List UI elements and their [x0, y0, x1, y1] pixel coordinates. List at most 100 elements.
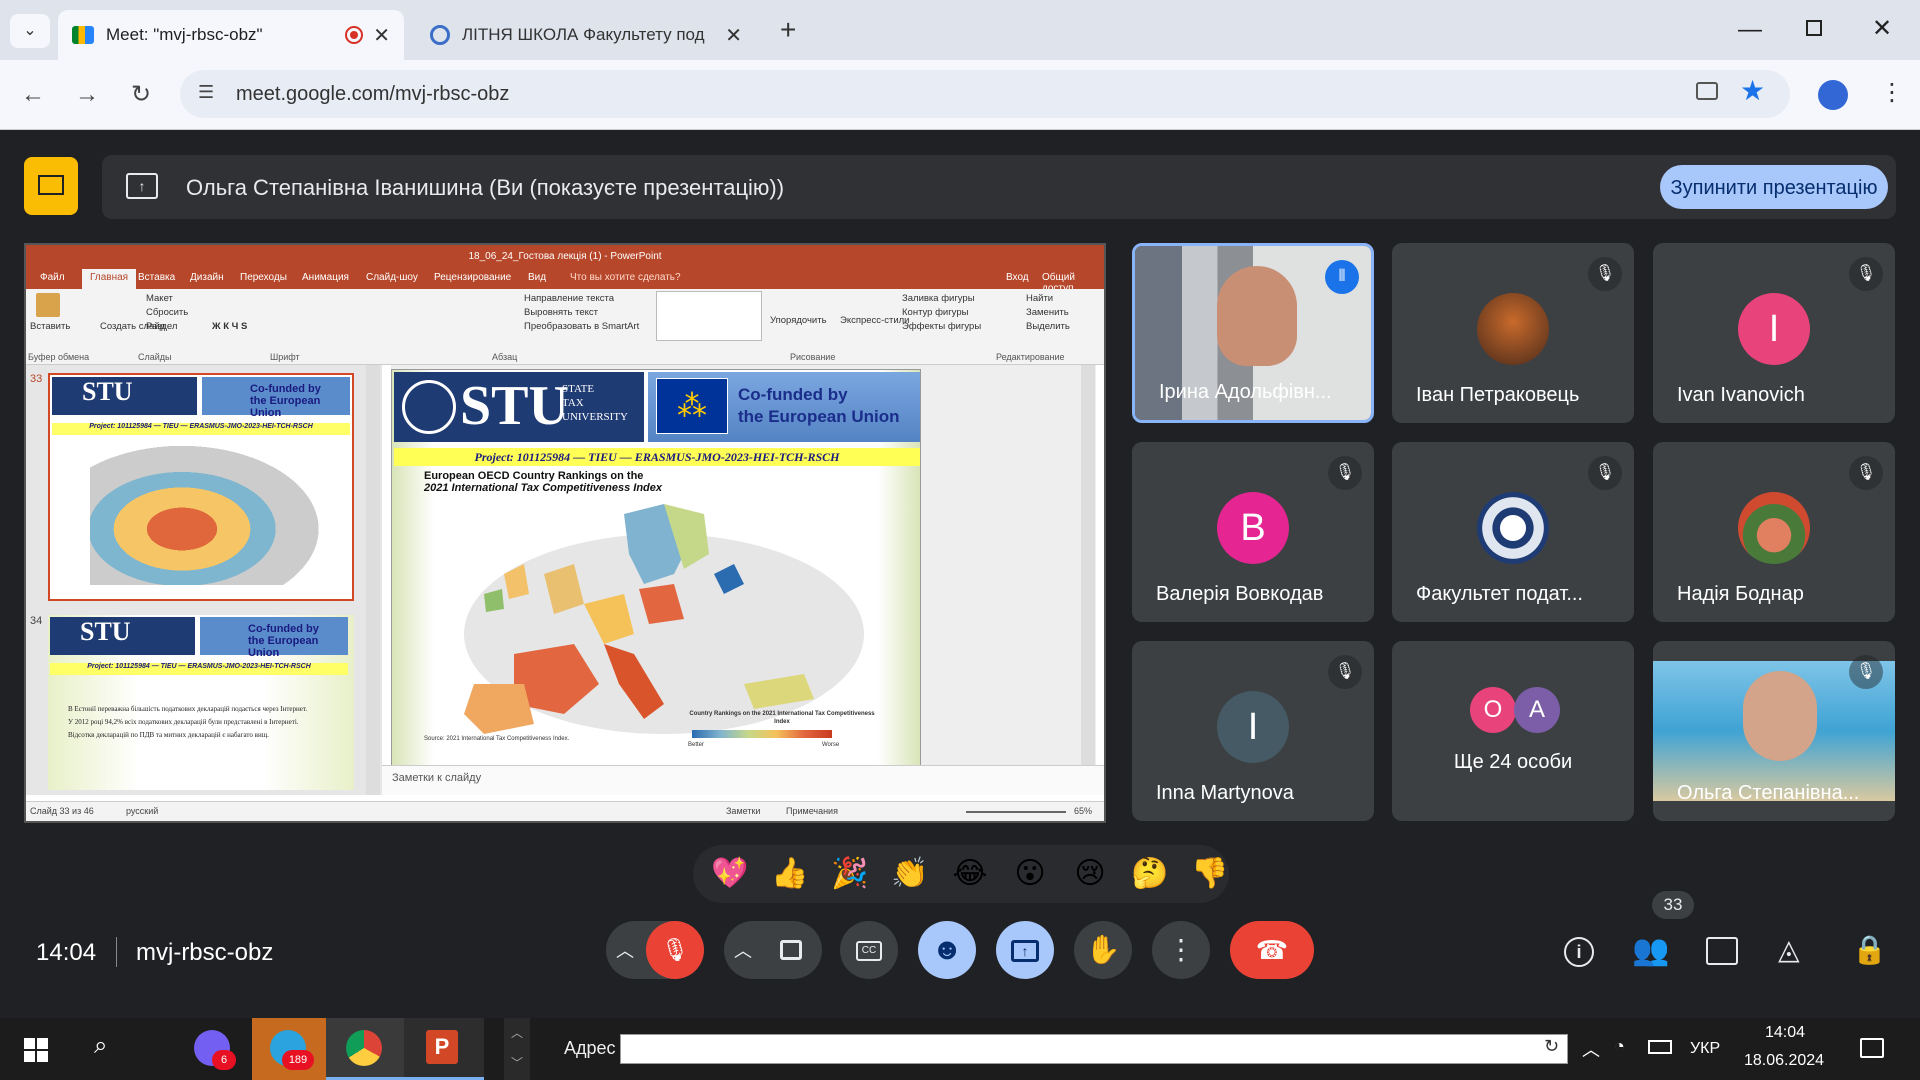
shape-fill-label[interactable]: Заливка фигуры: [902, 293, 975, 304]
clock-date[interactable]: 18.06.2024: [1744, 1052, 1824, 1070]
mic-off-button[interactable]: 🎙: [646, 921, 704, 979]
camera-icon[interactable]: [1696, 82, 1718, 100]
address-bar[interactable]: ☰ meet.google.com/mvj-rbsc-obz ★: [180, 70, 1790, 118]
forward-icon[interactable]: →: [70, 78, 104, 112]
reaction-thumbs-down[interactable]: 👎: [1191, 855, 1229, 893]
tab-summer-school[interactable]: ЛІТНЯ ШКОЛА Факультету под ✕: [416, 10, 756, 60]
participant-tile[interactable]: 🎙 Факультет подат...: [1392, 442, 1634, 622]
status-comments-button[interactable]: Примечания: [786, 806, 838, 816]
browser-menu-icon[interactable]: ⋮: [1880, 78, 1904, 107]
layout-label[interactable]: Макет: [146, 293, 173, 304]
pp-tab-view[interactable]: Вид: [528, 272, 546, 283]
captions-button[interactable]: CC: [840, 921, 898, 979]
raise-hand-button[interactable]: ✋: [1074, 921, 1132, 979]
shape-effects-label[interactable]: Эффекты фигуры: [902, 321, 981, 332]
status-notes-button[interactable]: Заметки: [726, 806, 760, 816]
tab-close-icon[interactable]: ✕: [725, 23, 742, 48]
minimize-icon[interactable]: —: [1738, 16, 1762, 44]
tray-chevron-icon[interactable]: ︿: [1582, 1036, 1600, 1062]
reaction-sad[interactable]: 😢: [1071, 855, 1109, 893]
more-participants-tile[interactable]: О А Ще 24 особи: [1392, 641, 1634, 821]
pp-tab-slideshow[interactable]: Слайд-шоу: [366, 272, 418, 283]
reaction-thinking[interactable]: 🤔: [1131, 855, 1169, 893]
taskbar-powerpoint[interactable]: P: [404, 1018, 484, 1080]
host-controls-icon[interactable]: 🔒: [1852, 933, 1887, 966]
replace-label[interactable]: Заменить: [1026, 307, 1069, 318]
network-icon[interactable]: ◔: [1614, 1036, 1625, 1057]
section-label[interactable]: Раздел: [146, 321, 177, 332]
reaction-thumbs-up[interactable]: 👍: [771, 855, 809, 893]
hide-presentation-button[interactable]: [24, 157, 78, 215]
notifications-icon[interactable]: [1860, 1038, 1884, 1058]
pp-tell-me[interactable]: Что вы хотите сделать?: [570, 272, 681, 283]
reaction-surprised[interactable]: 😮: [1011, 855, 1049, 893]
shapes-gallery[interactable]: [656, 291, 762, 341]
address-go-icon[interactable]: ↻: [1544, 1036, 1559, 1057]
select-label[interactable]: Выделить: [1026, 321, 1070, 332]
taskbar-scroll[interactable]: ︿ ﹀: [504, 1018, 530, 1080]
tab-meet[interactable]: Meet: "mvj-rbsc-obz" ✕: [58, 10, 404, 60]
pp-tab-insert[interactable]: Вставка: [138, 272, 175, 283]
paste-label[interactable]: Вставить: [30, 321, 70, 332]
reaction-party[interactable]: 🎉: [831, 855, 869, 893]
more-options-button[interactable]: ⋮: [1152, 921, 1210, 979]
restore-icon[interactable]: [1806, 20, 1822, 36]
leave-call-button[interactable]: ☎: [1230, 921, 1314, 979]
windows-start-icon[interactable]: [24, 1038, 48, 1062]
taskbar-viber[interactable]: 6: [178, 1018, 258, 1080]
present-now-button[interactable]: ↑: [996, 921, 1054, 979]
smartart-label[interactable]: Преобразовать в SmartArt: [524, 321, 639, 332]
shape-outline-label[interactable]: Контур фигуры: [902, 307, 968, 318]
participant-tile[interactable]: В 🎙 Валерія Вовкодав: [1132, 442, 1374, 622]
pp-tab-design[interactable]: Дизайн: [190, 272, 224, 283]
search-icon[interactable]: ⌕: [94, 1032, 107, 1060]
close-window-icon[interactable]: ✕: [1872, 14, 1892, 43]
participant-tile[interactable]: I 🎙 Inna Martynova: [1132, 641, 1374, 821]
battery-icon[interactable]: [1648, 1040, 1672, 1054]
zoom-slider[interactable]: [966, 811, 1066, 813]
align-text-label[interactable]: Выровнять текст: [524, 307, 598, 318]
reset-label[interactable]: Сбросить: [146, 307, 188, 318]
font-controls[interactable]: Ж К Ч S: [212, 321, 247, 332]
participant-tile[interactable]: I 🎙 Ivan Ivanovich: [1653, 243, 1895, 423]
new-tab-button[interactable]: +: [780, 14, 796, 46]
slide-thumbnail-34[interactable]: STU Co-funded by the European Union Proje…: [48, 615, 354, 790]
arrange-label[interactable]: Упорядочить: [770, 315, 827, 326]
slide-thumbnail-33[interactable]: STU Co-funded by the European Union Proje…: [48, 373, 354, 601]
activities-icon[interactable]: ◬: [1778, 933, 1800, 966]
participant-tile[interactable]: 🎙 Іван Петраковець: [1392, 243, 1634, 423]
find-label[interactable]: Найти: [1026, 293, 1053, 304]
profile-avatar[interactable]: [1818, 80, 1848, 110]
camera-button[interactable]: [764, 921, 822, 979]
paste-icon[interactable]: [36, 293, 60, 317]
thumbs-scrollbar[interactable]: [366, 365, 380, 795]
reaction-sparkling-heart[interactable]: 💖: [711, 855, 749, 893]
people-icon[interactable]: 👥: [1632, 933, 1669, 968]
participant-tile[interactable]: 🎙 Надія Боднар: [1653, 442, 1895, 622]
taskbar-telegram[interactable]: 189: [252, 1018, 332, 1080]
back-icon[interactable]: ←: [16, 78, 50, 112]
site-info-icon[interactable]: ☰: [198, 82, 214, 103]
chat-icon[interactable]: [1706, 937, 1738, 965]
tab-search-button[interactable]: ⌄: [10, 14, 50, 48]
reload-icon[interactable]: ↻: [124, 78, 158, 112]
audio-options-chevron-icon[interactable]: ︿: [616, 937, 634, 963]
text-direction-label[interactable]: Направление текста: [524, 293, 614, 304]
taskbar-chrome[interactable]: [326, 1018, 406, 1080]
pp-tab-home[interactable]: Главная: [82, 269, 137, 289]
bookmark-star-icon[interactable]: ★: [1740, 74, 1765, 107]
video-options-chevron-icon[interactable]: ︿: [734, 937, 752, 963]
pp-tab-review[interactable]: Рецензирование: [434, 272, 511, 283]
clock-time[interactable]: 14:04: [1765, 1024, 1805, 1042]
express-styles-label[interactable]: Экспресс-стили: [840, 315, 909, 326]
pp-tab-file[interactable]: Файл: [40, 272, 65, 283]
address-toolbar-input[interactable]: [620, 1034, 1568, 1064]
notes-pane[interactable]: Заметки к слайду: [382, 765, 1104, 795]
pp-tab-animations[interactable]: Анимация: [302, 272, 349, 283]
pp-tab-transitions[interactable]: Переходы: [240, 272, 287, 283]
input-language[interactable]: УКР: [1690, 1040, 1720, 1058]
stop-presenting-button[interactable]: Зупинити презентацію: [1660, 165, 1888, 209]
meeting-details-icon[interactable]: i: [1564, 937, 1594, 967]
reactions-button[interactable]: ☻: [918, 921, 976, 979]
tab-close-icon[interactable]: ✕: [373, 23, 390, 48]
